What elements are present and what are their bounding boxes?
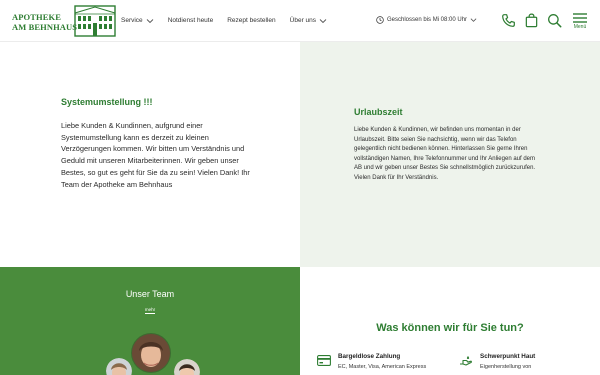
opening-status-text: Geschlossen bis Mi 08:00 Uhr bbox=[387, 17, 468, 23]
services-section: Was können wir für Sie tun? Bargeldlose … bbox=[300, 267, 600, 375]
pharmacy-logo[interactable]: APOTHEKE AM BEHNHAUS bbox=[12, 5, 116, 37]
site-header: APOTHEKE AM BEHNHAUS Service Notdienst h… bbox=[0, 0, 600, 42]
clock-icon bbox=[376, 16, 384, 24]
nav-item-ueber-uns[interactable]: Über uns bbox=[290, 17, 327, 24]
building-logo-icon bbox=[74, 5, 116, 37]
notice-vacation: Urlaubszeit Liebe Kunden & Kundinnen, wi… bbox=[300, 42, 600, 267]
notice-title: Urlaubszeit bbox=[354, 107, 403, 117]
credit-card-icon bbox=[317, 355, 331, 366]
team-member-photo bbox=[131, 333, 171, 373]
menu-button[interactable]: Menü bbox=[571, 11, 589, 33]
search-icon[interactable] bbox=[547, 13, 562, 28]
team-section: Unser Team mehr bbox=[0, 267, 300, 375]
nav-label: Rezept bestellen bbox=[227, 17, 276, 24]
team-member-photo bbox=[106, 358, 132, 375]
feature-desc: EC, Master, Visa, American Express bbox=[338, 364, 427, 370]
logo-line-1: APOTHEKE bbox=[12, 12, 61, 22]
chevron-down-icon bbox=[319, 18, 327, 23]
notice-system-change: Systemumstellung !!! Liebe Kunden & Kund… bbox=[0, 42, 300, 267]
chevron-down-icon bbox=[470, 18, 477, 22]
opening-status[interactable]: Geschlossen bis Mi 08:00 Uhr bbox=[376, 16, 477, 24]
hamburger-menu-icon bbox=[573, 13, 587, 23]
nav-item-service[interactable]: Service bbox=[121, 17, 154, 24]
logo-wordmark: APOTHEKE AM BEHNHAUS bbox=[12, 12, 77, 32]
hand-care-icon bbox=[460, 356, 472, 366]
feature-title: Bargeldlose Zahlung bbox=[338, 353, 401, 360]
main-nav: Service Notdienst heute Rezept bestellen… bbox=[121, 17, 341, 24]
notice-text: Liebe Kunden & Kundinnen, aufgrund einer… bbox=[61, 121, 250, 189]
feature-desc: Eigenherstellung von bbox=[480, 364, 532, 370]
shopping-bag-icon[interactable] bbox=[524, 13, 539, 28]
chevron-down-icon bbox=[146, 18, 154, 23]
team-member-photo bbox=[174, 359, 200, 375]
nav-label: Service bbox=[121, 17, 143, 24]
phone-icon[interactable] bbox=[501, 13, 516, 28]
feature-title: Schwerpunkt Haut bbox=[480, 353, 536, 360]
team-more-link[interactable]: mehr bbox=[0, 307, 300, 314]
menu-label: Menü bbox=[573, 24, 587, 30]
services-title: Was können wir für Sie tun? bbox=[376, 322, 524, 334]
nav-label: Notdienst heute bbox=[167, 17, 214, 24]
team-more-label: mehr bbox=[144, 307, 156, 314]
notice-title: Systemumstellung !!! bbox=[61, 97, 153, 107]
logo-line-2: AM BEHNHAUS bbox=[12, 22, 78, 32]
notice-text: Liebe Kunden & Kundinnen, wir befinden u… bbox=[354, 127, 536, 181]
nav-label: Über uns bbox=[289, 17, 317, 24]
nav-item-rezept[interactable]: Rezept bestellen bbox=[227, 17, 275, 24]
nav-item-notdienst[interactable]: Notdienst heute bbox=[168, 17, 214, 24]
team-title: Unser Team bbox=[125, 289, 175, 299]
